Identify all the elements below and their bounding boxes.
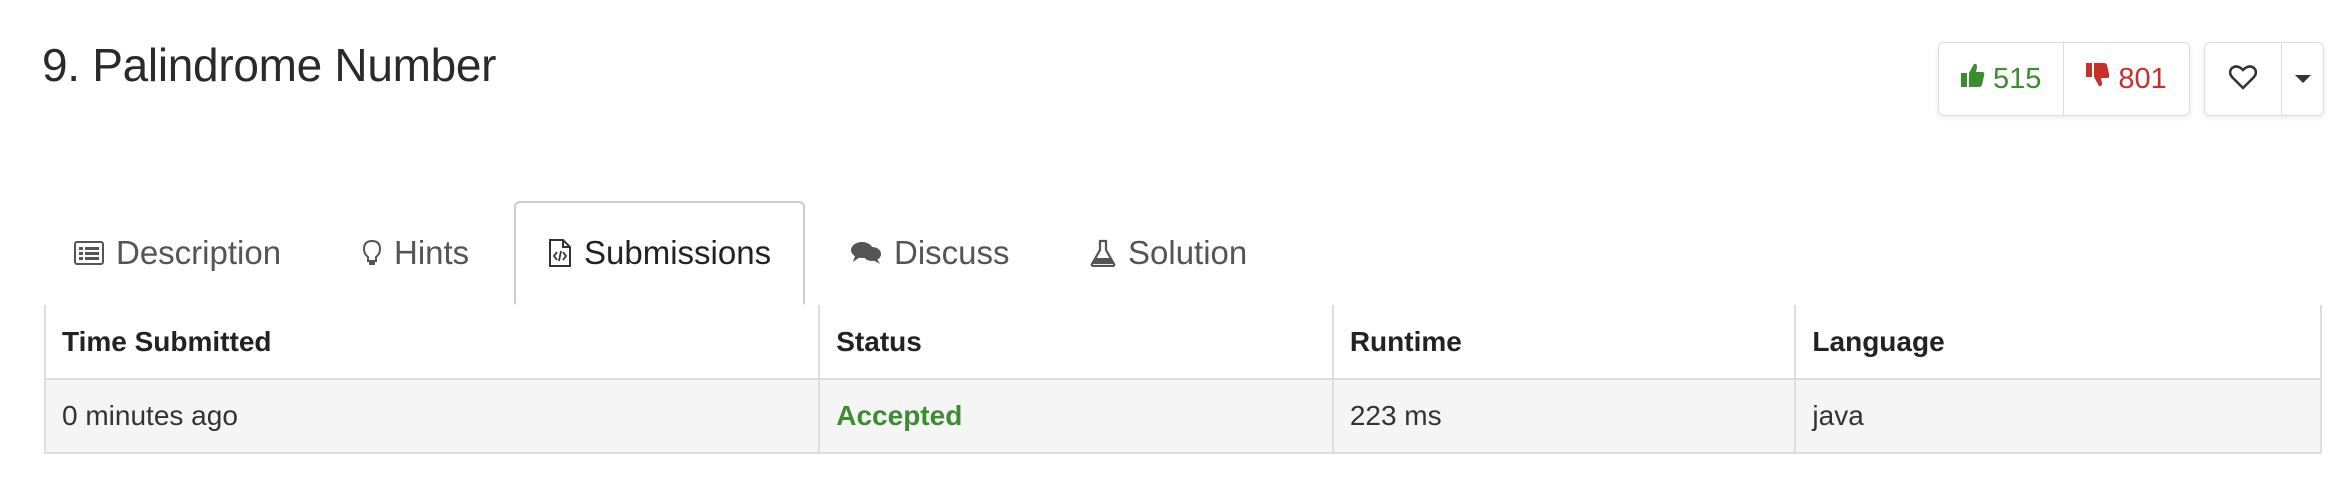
column-header-status: Status — [818, 305, 1334, 380]
column-header-time: Time Submitted — [43, 305, 821, 380]
dislike-count: 801 — [2118, 62, 2167, 95]
table-row: 0 minutes ago Accepted 223 ms java — [43, 378, 2322, 454]
thumbs-down-icon — [2086, 62, 2110, 96]
dislike-button[interactable]: 801 — [2064, 43, 2188, 115]
status-cell: Accepted — [818, 378, 1334, 454]
time-submitted-cell: 0 minutes ago — [43, 378, 821, 454]
like-count: 515 — [1993, 62, 2042, 95]
flask-icon — [1090, 239, 1116, 267]
thumbs-up-icon — [1961, 62, 1985, 96]
tab-bar: Description Hints Submissions Discuss So… — [44, 201, 2322, 307]
runtime-cell: 223 ms — [1331, 378, 1797, 454]
tab-label: Hints — [394, 234, 470, 271]
column-header-runtime: Runtime — [1331, 305, 1797, 380]
column-header-language: Language — [1794, 305, 2322, 380]
tab-hints[interactable]: Hints — [362, 201, 469, 305]
vote-group: 515 801 — [1938, 42, 2190, 116]
chat-bubbles-icon — [850, 240, 882, 266]
chevron-down-icon — [2294, 75, 2311, 83]
favorite-button[interactable] — [2205, 43, 2282, 115]
table-header-row: Time Submitted Status Runtime Language — [43, 305, 2322, 380]
favorite-dropdown-button[interactable] — [2282, 43, 2323, 115]
tab-label: Description — [116, 234, 282, 271]
page-title: 9. Palindrome Number — [42, 39, 497, 91]
favorite-group — [2204, 42, 2324, 116]
tab-submissions[interactable]: Submissions — [514, 201, 806, 305]
submissions-table: Time Submitted Status Runtime Language 0… — [43, 305, 2322, 454]
status-link[interactable]: Accepted — [836, 400, 962, 431]
lightbulb-icon — [362, 239, 382, 267]
tab-description[interactable]: Description — [74, 201, 281, 305]
heart-icon — [2228, 64, 2258, 95]
description-icon — [74, 241, 104, 265]
tab-discuss[interactable]: Discuss — [850, 201, 1010, 305]
tab-label: Discuss — [894, 234, 1010, 271]
tab-label: Submissions — [584, 234, 772, 271]
language-cell: java — [1794, 378, 2322, 454]
like-button[interactable]: 515 — [1939, 43, 2065, 115]
tab-solution[interactable]: Solution — [1090, 201, 1247, 305]
code-file-icon — [548, 238, 572, 268]
tab-label: Solution — [1128, 234, 1248, 271]
